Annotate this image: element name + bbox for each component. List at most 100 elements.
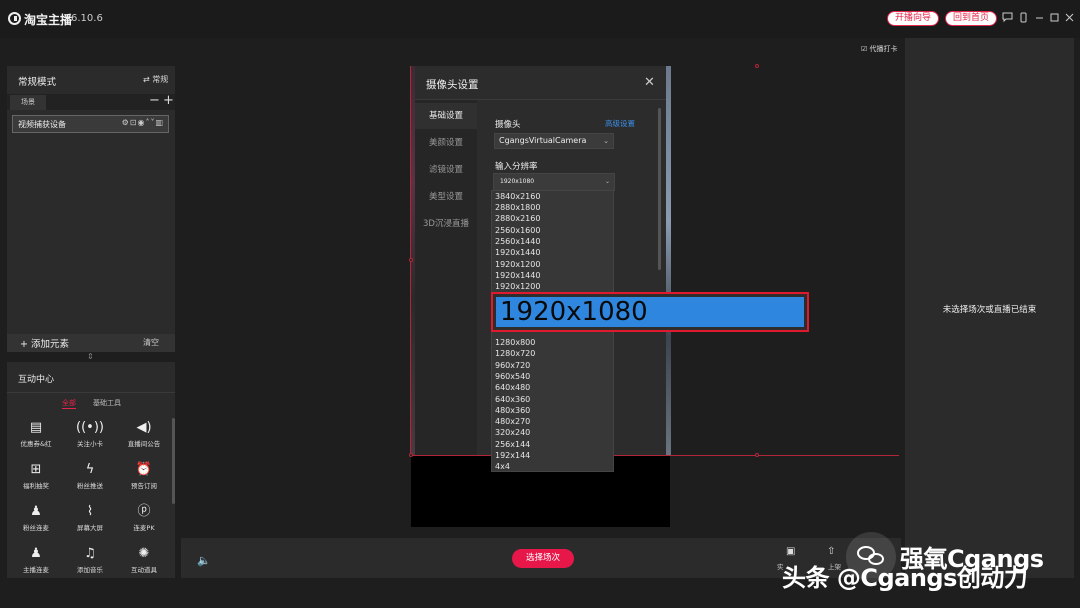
tool-item[interactable]: ♟ 主播连麦 <box>9 546 63 574</box>
divider <box>7 392 175 393</box>
interaction-center-panel: 互动中心 全部 基础工具 ▤ 优惠券&红 ((•)) 关注小卡 ◀) 直播间公告 ⊞ 福… <box>7 362 175 578</box>
resolution-option[interactable]: 480x270 <box>495 416 530 427</box>
tab-all[interactable]: 全部 <box>62 398 76 408</box>
nav-beauty-settings[interactable]: 美颜设置 <box>415 130 477 156</box>
remove-scene-button[interactable]: − <box>149 93 160 108</box>
resize-handle[interactable] <box>755 453 759 457</box>
nav-shape-settings[interactable]: 美型设置 <box>415 184 477 210</box>
resize-handle[interactable] <box>409 453 413 457</box>
chat-icon[interactable] <box>1001 12 1013 24</box>
resize-handle[interactable] <box>409 258 413 262</box>
resolution-option[interactable]: 192x144 <box>495 450 530 461</box>
resolution-select[interactable]: 1920x1080 ⌄ <box>493 173 615 191</box>
resolution-option[interactable]: 640x480 <box>495 382 530 393</box>
app-version: 6.10.6 <box>71 13 103 24</box>
source-item-actions[interactable]: ⚙⊡◉˄˅▥ <box>122 118 164 127</box>
resolution-option[interactable]: 960x720 <box>495 360 530 371</box>
upload-icon[interactable]: ⇧ <box>827 546 835 557</box>
resolution-option[interactable]: 2560x1600 <box>495 225 540 236</box>
tool-item[interactable]: ϟ 粉丝推送 <box>63 462 117 490</box>
preview-image-edge <box>666 66 671 455</box>
add-element-button[interactable]: + 添加元素 <box>20 336 69 350</box>
dialog-title: 摄像头设置 <box>426 79 479 91</box>
settings-icon[interactable]: ⚙ <box>122 118 130 127</box>
nav-filter-settings[interactable]: 滤镜设置 <box>415 157 477 183</box>
maximize-icon[interactable] <box>1048 12 1060 24</box>
chart-icon: ⌇ <box>86 504 94 519</box>
tool-item[interactable]: ((•)) 关注小卡 <box>63 420 117 448</box>
resolution-option-highlighted[interactable]: 1920x1080 <box>491 292 809 332</box>
source-item-label: 视频捕获设备 <box>18 120 66 129</box>
resolution-option[interactable]: 1920x1200 <box>495 259 540 270</box>
resolution-option[interactable]: 1280x720 <box>495 348 535 359</box>
mode-switch-button[interactable]: ⇄ 常规 <box>143 74 168 85</box>
nav-basic-settings[interactable]: 基础设置 <box>415 103 477 129</box>
resolution-option[interactable]: 640x360 <box>495 394 530 405</box>
back-home-button[interactable]: 回到首页 <box>945 11 997 26</box>
volume-icon[interactable]: 🔈 <box>197 554 211 567</box>
empty-state-text: 未选择场次或直播已结束 <box>942 305 1037 315</box>
watermark-credit: 头条 @Cgangs创动力 <box>782 564 1028 592</box>
user-plus-icon: ♟ <box>30 504 42 519</box>
bolt-icon: ϟ <box>85 462 95 477</box>
camera-select[interactable]: CgangsVirtualCamera ⌄ <box>494 133 614 149</box>
tool-item[interactable]: ♫ 添加音乐 <box>63 546 117 574</box>
mobile-icon[interactable] <box>1017 12 1029 24</box>
camera-select-value: CgangsVirtualCamera <box>499 136 587 145</box>
chevron-down-icon: ⌄ <box>604 178 610 185</box>
resolution-option[interactable]: 4x4 <box>495 461 510 472</box>
tool-item[interactable]: ⏰ 预告订阅 <box>117 462 171 490</box>
trash-icon[interactable]: ▥ <box>155 118 164 127</box>
resize-handle[interactable] <box>755 64 759 68</box>
minimize-icon[interactable] <box>1033 12 1045 24</box>
advanced-settings-link[interactable]: 高级设置 <box>605 118 635 129</box>
tool-item[interactable]: ◀) 直播间公告 <box>117 420 171 448</box>
highlighted-option-label: 1920x1080 <box>496 297 804 327</box>
resolution-option[interactable]: 320x240 <box>495 427 530 438</box>
panel-splitter-icon[interactable]: ⇕ <box>87 352 94 361</box>
tool-item[interactable]: ⊞ 福利抽奖 <box>9 462 63 490</box>
tab-basic-tools[interactable]: 基础工具 <box>93 398 121 408</box>
scrollbar[interactable] <box>172 418 175 504</box>
ticket-icon: ▤ <box>29 420 43 435</box>
bag-icon[interactable]: ▣ <box>786 546 795 557</box>
tool-item[interactable]: ♟ 粉丝连麦 <box>9 504 63 532</box>
add-scene-button[interactable]: + <box>163 93 174 108</box>
chevron-down-icon: ⌄ <box>603 137 609 145</box>
checkin-label: 代播打卡 <box>869 45 898 53</box>
resolution-option[interactable]: 3840x2160 <box>495 191 540 202</box>
resolution-option[interactable]: 2880x1800 <box>495 202 540 213</box>
broadcast-icon: ((•)) <box>76 420 104 435</box>
tool-item[interactable]: ⓟ 连麦PK <box>117 504 171 532</box>
checkin-button[interactable]: ☑ 代播打卡 <box>861 44 898 54</box>
tab-active-indicator <box>62 408 76 409</box>
resolution-option[interactable]: 1280x800 <box>495 337 535 348</box>
live-guide-button[interactable]: 开播向导 <box>887 11 939 26</box>
resolution-option[interactable]: 480x360 <box>495 405 530 416</box>
title-bar: 淘宝主播 6.10.6 开播向导 回到首页 <box>0 0 1080 38</box>
resolution-option[interactable]: 1920x1440 <box>495 247 540 258</box>
pk-icon: ⓟ <box>137 504 151 519</box>
source-item[interactable]: 视频捕获设备 ⚙⊡◉˄˅▥ <box>12 115 169 133</box>
close-icon[interactable] <box>1063 12 1075 24</box>
resolution-label: 输入分辨率 <box>495 162 538 172</box>
resolution-option[interactable]: 1920x1440 <box>495 270 540 281</box>
tool-item[interactable]: ▤ 优惠券&红 <box>9 420 63 448</box>
resolution-option[interactable]: 2560x1440 <box>495 236 540 247</box>
select-session-button[interactable]: 选择场次 <box>512 549 574 568</box>
dance-icon: ✺ <box>138 546 150 561</box>
resolution-option[interactable]: 960x540 <box>495 371 530 382</box>
add-element-bar: + 添加元素 清空 <box>7 334 175 352</box>
nav-3d-live[interactable]: 3D沉浸直播 <box>415 211 477 237</box>
scene-panel: 常规模式 ⇄ 常规 场景 − + 视频捕获设备 ⚙⊡◉˄˅▥ + 添加元素 清空 <box>7 66 175 352</box>
resolution-option[interactable]: 1920x1200 <box>495 281 540 292</box>
scrollbar[interactable] <box>658 108 661 270</box>
speaker-icon: ◀) <box>136 420 152 435</box>
tool-item[interactable]: ⌇ 屏幕大屏 <box>63 504 117 532</box>
tool-item[interactable]: ✺ 互动道具 <box>117 546 171 574</box>
scene-tab[interactable]: 场景 <box>10 95 46 110</box>
resolution-option[interactable]: 2880x2160 <box>495 213 540 224</box>
resolution-option[interactable]: 256x144 <box>495 439 530 450</box>
dialog-close-icon[interactable]: ✕ <box>644 75 655 90</box>
clear-button[interactable]: 清空 <box>143 337 159 348</box>
